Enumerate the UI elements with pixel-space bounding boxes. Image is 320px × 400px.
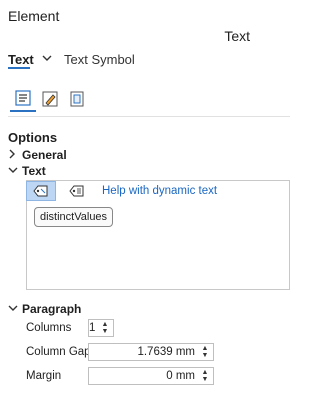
chevron-down-icon[interactable] — [40, 52, 54, 68]
panel-title: Element — [8, 8, 60, 24]
chevron-right-icon — [8, 149, 22, 162]
expander-paragraph[interactable]: Paragraph — [8, 302, 81, 316]
paragraph-label: Paragraph — [22, 302, 82, 316]
column-gap-input[interactable]: 1.7639 mm ▲ ▼ — [88, 343, 214, 361]
margin-value: 0 mm — [166, 370, 195, 382]
columns-stepper[interactable]: 1 ▲ ▼ — [88, 319, 114, 337]
margin-input[interactable]: 0 mm ▲ ▼ — [88, 367, 214, 385]
dynamic-tag-list-icon[interactable] — [62, 181, 92, 201]
help-dynamic-text-link[interactable]: Help with dynamic text — [102, 185, 217, 197]
spinner-icon[interactable]: ▲ ▼ — [99, 320, 111, 336]
chevron-down-icon — [8, 166, 22, 177]
expander-text[interactable]: Text — [8, 164, 46, 178]
tab-active-underline — [8, 67, 30, 69]
column-gap-label: Column Gap — [26, 346, 91, 358]
text-section-label: Text — [22, 164, 46, 178]
layout-frame-icon[interactable] — [64, 86, 90, 112]
tab-text-symbol[interactable]: Text Symbol — [64, 52, 135, 67]
options-heading: Options — [8, 130, 58, 145]
margin-label: Margin — [26, 370, 62, 382]
edit-pen-icon[interactable] — [37, 86, 63, 112]
toolbar-divider — [8, 116, 290, 117]
text-properties-icon[interactable] — [10, 86, 36, 112]
columns-value: 1 — [89, 322, 96, 334]
tab-text[interactable]: Text — [8, 52, 34, 67]
spinner-icon[interactable]: ▲ ▼ — [199, 368, 211, 384]
dynamic-tag-chip[interactable]: distinctValues — [34, 207, 114, 227]
columns-label: Columns — [26, 322, 72, 334]
general-label: General — [22, 148, 67, 162]
chevron-down-icon — [8, 304, 22, 315]
dynamic-text-toolbar: Help with dynamic text — [26, 180, 290, 202]
column-gap-value: 1.7639 mm — [137, 346, 195, 358]
dynamic-tag-icon[interactable] — [26, 181, 56, 201]
expander-general[interactable]: General — [8, 148, 67, 162]
panel-subtitle: Text — [224, 28, 250, 44]
spinner-icon[interactable]: ▲ ▼ — [199, 344, 211, 360]
